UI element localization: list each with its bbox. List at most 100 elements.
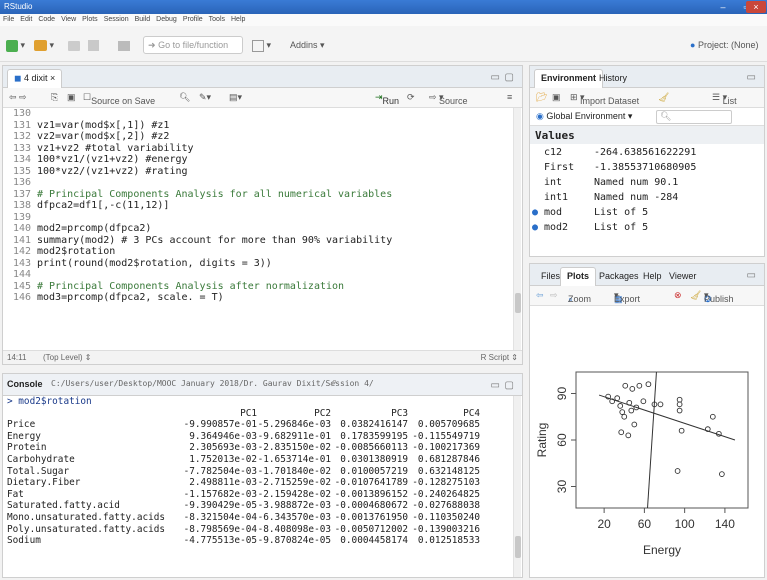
list-expand-icon[interactable]: ● bbox=[532, 222, 538, 233]
menu-view[interactable]: View bbox=[58, 14, 79, 25]
env-item[interactable]: First -1.38553710680905 bbox=[530, 161, 764, 176]
run-button[interactable]: ⇥ Run bbox=[375, 92, 399, 106]
maximize-pane-icon[interactable]: ▢ bbox=[505, 72, 514, 83]
env-item[interactable]: ● mod List of 5 bbox=[530, 206, 764, 221]
remove-plot-icon[interactable]: ⊗ bbox=[674, 290, 682, 301]
code-line[interactable]: 133 vz1+vz2 #total variability bbox=[3, 143, 512, 155]
variable-name: Fat bbox=[7, 488, 24, 500]
code-line[interactable]: 143 print(round(mod2$rotation, digits = 3… bbox=[3, 258, 512, 270]
source-on-save-checkbox[interactable]: ☐ Source on Save bbox=[83, 92, 155, 106]
open-file-button[interactable] bbox=[68, 37, 80, 53]
menu-bar: File Edit Code View Plots Session Build Debug Pr… bbox=[0, 14, 767, 26]
menu-code[interactable]: Code bbox=[35, 14, 58, 25]
goto-directory-icon[interactable]: ⇗ bbox=[329, 378, 337, 389]
save-workspace-icon[interactable]: ▣ bbox=[552, 92, 561, 103]
editor-scrollbar[interactable] bbox=[513, 108, 521, 350]
env-item[interactable]: ● mod2 List of 5 bbox=[530, 221, 764, 236]
code-line[interactable]: 145 # Principal Components Analysis after… bbox=[3, 281, 512, 293]
plot-box bbox=[575, 371, 749, 509]
env-item[interactable]: c12 -264.638561622291 bbox=[530, 146, 764, 161]
code-tools-icon[interactable]: ✎▾ bbox=[199, 92, 211, 103]
code-line[interactable]: 134 100*vz1/(vz1+vz2) #energy bbox=[3, 154, 512, 166]
code-line[interactable]: 142 mod2$rotation bbox=[3, 246, 512, 258]
code-line[interactable]: 140 mod2=prcomp(dfpca2) bbox=[3, 223, 512, 235]
loading-value: -0.0013896152 bbox=[334, 488, 408, 500]
console-output[interactable]: > mod2$rotation PC1 PC2 PC3 PC4 Price -9.990… bbox=[3, 396, 512, 577]
code-line[interactable]: 139 bbox=[3, 212, 512, 224]
code-line[interactable]: 141 summary(mod2) # 3 PCs account for mor… bbox=[3, 235, 512, 247]
tab-file[interactable]: ◼ 4 dixit × bbox=[7, 69, 63, 88]
import-dataset-button[interactable]: ⊞ Import Dataset ▾ bbox=[570, 92, 639, 106]
prev-plot-icon[interactable]: ⇦ bbox=[536, 290, 544, 301]
code-line[interactable]: 131 vz1=var(mod$x[,1]) #z1 bbox=[3, 120, 512, 132]
broom-icon[interactable]: 🧹︎ bbox=[658, 92, 669, 103]
menu-profile[interactable]: Profile bbox=[180, 14, 206, 25]
code-line[interactable]: 144 bbox=[3, 269, 512, 281]
outline-icon[interactable]: ≡ bbox=[507, 92, 512, 102]
code-line[interactable]: 137 # Principal Components Analysis for a… bbox=[3, 189, 512, 201]
menu-debug[interactable]: Debug bbox=[153, 14, 180, 25]
search-icon[interactable]: 🔍︎ bbox=[179, 92, 190, 103]
open-project-button[interactable]: ▾ bbox=[34, 37, 54, 53]
loading-value: -0.128275103 bbox=[412, 477, 480, 489]
console-pane: Console C:/Users/user/Desktop/MOOC Janua… bbox=[2, 373, 523, 578]
compile-report-icon[interactable]: ▤▾ bbox=[229, 92, 242, 103]
tab-help-label: Help bbox=[643, 271, 662, 281]
save-file-icon[interactable]: ▣ bbox=[67, 92, 76, 103]
menu-file[interactable]: File bbox=[0, 14, 17, 25]
tab-history[interactable]: History bbox=[592, 69, 634, 88]
print-button[interactable] bbox=[118, 37, 130, 53]
code-line[interactable]: 132 vz2=var(mod$x[,2]) #z2 bbox=[3, 131, 512, 143]
list-view-button[interactable]: ☰ List ▾ bbox=[712, 92, 737, 106]
publish-button[interactable]: ✪ Publish ▾ bbox=[704, 290, 734, 304]
file-type-selector[interactable]: R Script ⇕ bbox=[481, 353, 518, 362]
scope-selector[interactable]: (Top Level) ⇕ bbox=[43, 353, 92, 362]
env-item[interactable]: int Named num 90.1 bbox=[530, 176, 764, 191]
menu-plots[interactable]: Plots bbox=[79, 14, 101, 25]
code-line[interactable]: 138 dfpca2=df1[,-c(11,12)] bbox=[3, 200, 512, 212]
console-title[interactable]: Console bbox=[7, 379, 43, 389]
tab-viewer-label: Viewer bbox=[669, 271, 697, 281]
env-scope-selector[interactable]: ◉ Global Environment ▾ bbox=[536, 111, 632, 122]
show-in-window-icon[interactable]: ⎘ bbox=[51, 92, 58, 103]
code-line[interactable]: 130 bbox=[3, 108, 512, 120]
tab-viewer[interactable]: Viewer bbox=[662, 267, 703, 286]
back-forward-icon[interactable]: ⇦ ⇨ bbox=[9, 92, 27, 103]
minimize-env-icon[interactable]: ▭ bbox=[747, 72, 756, 83]
source-button[interactable]: ⇨ Source ▾ bbox=[429, 92, 468, 106]
console-scroll-thumb[interactable] bbox=[515, 536, 521, 558]
goto-file-input[interactable]: ➜ Go to file/function bbox=[143, 36, 243, 54]
code-line[interactable]: 146 mod3=prcomp(dfpca2, scale. = T) bbox=[3, 292, 512, 304]
menu-help[interactable]: Help bbox=[228, 14, 248, 25]
addins-button[interactable]: Addins ▾ bbox=[290, 37, 325, 53]
menu-tools[interactable]: Tools bbox=[206, 14, 228, 25]
env-item[interactable]: int1 Named num -284 bbox=[530, 191, 764, 206]
menu-build[interactable]: Build bbox=[132, 14, 154, 25]
minimize-console-icon[interactable]: ▭ bbox=[491, 380, 500, 391]
next-plot-icon[interactable]: ⇨ bbox=[550, 290, 558, 301]
rerun-icon[interactable]: ⟳ bbox=[407, 92, 415, 103]
load-workspace-icon[interactable]: 📂︎ bbox=[536, 92, 547, 103]
minimize-button[interactable]: – bbox=[712, 1, 734, 13]
code-line[interactable]: 136 bbox=[3, 177, 512, 189]
tab-plots[interactable]: Plots bbox=[560, 267, 597, 286]
code-editor[interactable]: 130 131 vz1=var(mod$x[,1]) #z1 132 vz2=var(m… bbox=[3, 108, 512, 337]
menu-edit[interactable]: Edit bbox=[17, 14, 35, 25]
close-button[interactable]: × bbox=[746, 1, 766, 13]
editor-scroll-thumb[interactable] bbox=[515, 293, 521, 313]
menu-session[interactable]: Session bbox=[101, 14, 132, 25]
minimize-plots-icon[interactable]: ▭ bbox=[747, 270, 756, 281]
list-expand-icon[interactable]: ● bbox=[532, 207, 538, 218]
export-button[interactable]: ▦ Export ▾ bbox=[614, 290, 640, 304]
minimize-pane-icon[interactable]: ▭ bbox=[491, 72, 500, 83]
save-button[interactable] bbox=[88, 37, 99, 53]
console-scrollbar[interactable] bbox=[513, 396, 521, 577]
env-search-input[interactable]: 🔍︎ bbox=[656, 110, 732, 124]
clear-plots-icon[interactable]: 🧹︎ bbox=[690, 290, 701, 301]
code-text: mod2=prcomp(dfpca2) bbox=[37, 223, 152, 234]
project-button[interactable]: ● Project: (None) bbox=[690, 37, 758, 53]
maximize-console-icon[interactable]: ▢ bbox=[505, 380, 514, 391]
layout-button[interactable]: ▾ bbox=[252, 37, 271, 53]
new-file-button[interactable]: ▾ bbox=[6, 37, 25, 53]
code-line[interactable]: 135 100*vz2/(vz1+vz2) #rating bbox=[3, 166, 512, 178]
